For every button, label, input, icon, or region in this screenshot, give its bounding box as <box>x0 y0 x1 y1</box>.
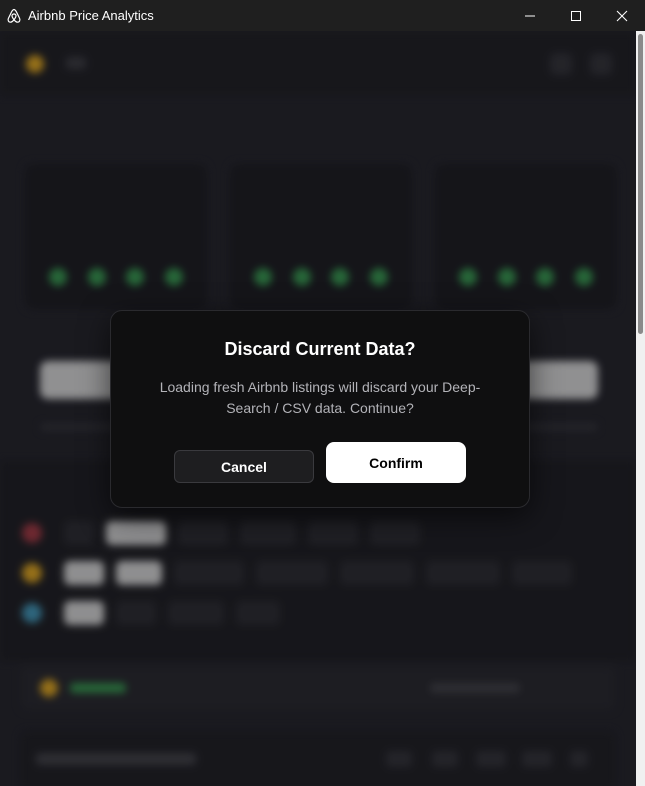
window-title: Airbnb Price Analytics <box>28 8 154 23</box>
minimize-icon <box>525 15 535 16</box>
airbnb-logo-icon <box>7 8 21 23</box>
confirm-button[interactable]: Confirm <box>326 442 466 483</box>
window-titlebar: Airbnb Price Analytics <box>0 0 645 31</box>
close-icon <box>616 10 628 21</box>
close-button[interactable] <box>599 0 645 31</box>
dialog-message: Loading fresh Airbnb listings will disca… <box>159 379 481 416</box>
dialog-title: Discard Current Data? <box>224 339 416 359</box>
window-controls <box>507 0 645 31</box>
maximize-icon <box>571 10 581 21</box>
cancel-button[interactable]: Cancel <box>174 450 314 483</box>
scrollbar-thumb[interactable] <box>638 34 643 334</box>
discard-data-dialog: Discard Current Data? Loading fresh Airb… <box>110 310 530 508</box>
maximize-button[interactable] <box>553 0 599 31</box>
minimize-button[interactable] <box>507 0 553 31</box>
